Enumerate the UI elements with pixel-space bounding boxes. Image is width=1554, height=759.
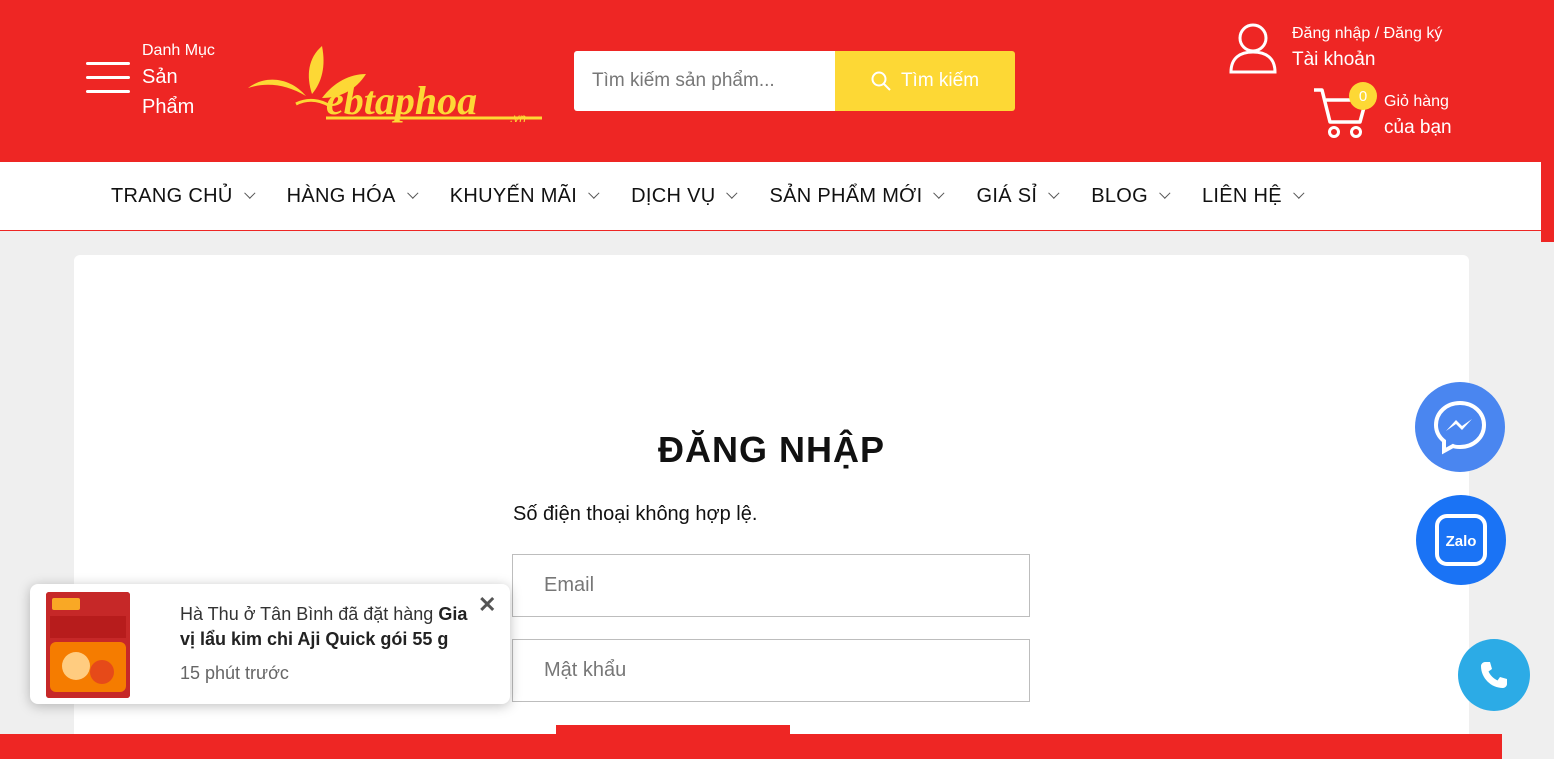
error-message: Số điện thoại không hợp lệ. bbox=[513, 503, 758, 525]
phone-call-button[interactable] bbox=[1458, 639, 1530, 711]
phone-icon bbox=[1481, 662, 1507, 688]
chevron-down-icon bbox=[933, 187, 945, 199]
nav-item-label: KHUYẾN MÃI bbox=[449, 184, 578, 207]
user-icon bbox=[1229, 23, 1277, 74]
account-link[interactable]: Đăng nhập / Đăng ký Tài khoản bbox=[1228, 22, 1442, 74]
chevron-down-icon bbox=[1159, 187, 1171, 199]
close-icon[interactable]: ✕ bbox=[478, 592, 496, 618]
cart-label-big: của bạn bbox=[1384, 117, 1452, 138]
chevron-down-icon bbox=[1293, 187, 1305, 199]
search-input[interactable] bbox=[574, 51, 835, 111]
nav-item-products[interactable]: HÀNG HÓA bbox=[286, 184, 419, 208]
svg-text:ebtaphoa: ebtaphoa bbox=[326, 78, 477, 123]
search-icon bbox=[871, 71, 891, 91]
category-menu-label-small: Danh Mục bbox=[142, 42, 215, 59]
chevron-down-icon bbox=[406, 187, 419, 199]
nav-item-label: GIÁ SỈ bbox=[976, 184, 1038, 207]
nav-item-services[interactable]: DỊCH VỤ bbox=[631, 184, 738, 208]
cart-count-badge: 0 bbox=[1349, 82, 1377, 110]
chevron-down-icon bbox=[588, 187, 600, 199]
nav-item-blog[interactable]: BLOG bbox=[1091, 184, 1171, 208]
order-notification: Hà Thu ở Tân Bình đã đặt hàng Gia vị lẩu… bbox=[30, 584, 510, 704]
hamburger-icon bbox=[86, 62, 130, 98]
account-label: Tài khoản bbox=[1292, 49, 1376, 70]
header-bar: Danh Mục Sản Phẩm ebtaphoa .vn Tìm kiếm bbox=[0, 0, 1554, 162]
category-menu-toggle[interactable]: Danh Mục Sản Phẩm bbox=[86, 40, 222, 122]
nav-item-promotions[interactable]: KHUYẾN MÃI bbox=[449, 184, 600, 208]
nav-item-label: TRANG CHỦ bbox=[111, 184, 233, 207]
site-logo[interactable]: ebtaphoa .vn bbox=[246, 44, 546, 125]
cart-link[interactable]: 0 Giỏ hàng của bạn bbox=[1312, 82, 1452, 142]
nav-item-contact[interactable]: LIÊN HỆ bbox=[1201, 184, 1305, 208]
notification-time: 15 phút trước bbox=[180, 663, 289, 683]
nav-item-wholesale[interactable]: GIÁ SỈ bbox=[976, 184, 1060, 208]
nav-item-label: SẢN PHẨM MỚI bbox=[769, 184, 923, 207]
scrollbar-thumb[interactable] bbox=[1541, 162, 1554, 242]
main-nav: TRANG CHỦ HÀNG HÓA KHUYẾN MÃI DỊCH VỤ SẢ… bbox=[0, 162, 1541, 231]
product-thumbnail[interactable] bbox=[46, 592, 130, 698]
chevron-down-icon bbox=[726, 187, 738, 199]
chevron-down-icon bbox=[243, 187, 256, 199]
search-bar: Tìm kiếm bbox=[574, 51, 1015, 111]
search-button[interactable]: Tìm kiếm bbox=[835, 51, 1015, 111]
account-login-register: Đăng nhập / Đăng ký bbox=[1292, 25, 1443, 42]
chevron-down-icon bbox=[1048, 187, 1060, 199]
footer-strip bbox=[0, 734, 1502, 759]
cart-label-small: Giỏ hàng bbox=[1384, 93, 1449, 110]
search-button-label: Tìm kiếm bbox=[900, 70, 980, 91]
nav-item-home[interactable]: TRANG CHỦ bbox=[111, 184, 256, 208]
zalo-button[interactable]: Zalo bbox=[1416, 495, 1506, 585]
svg-text:Zalo: Zalo bbox=[1446, 533, 1477, 550]
nav-item-label: BLOG bbox=[1091, 184, 1148, 207]
svg-text:.vn: .vn bbox=[510, 111, 526, 124]
notification-text: Hà Thu ở Tân Bình đã đặt hàng bbox=[180, 604, 439, 624]
zalo-icon: Zalo bbox=[1435, 514, 1487, 566]
category-menu-label-big: Sản Phẩm bbox=[142, 66, 195, 118]
nav-item-new-products[interactable]: SẢN PHẨM MỚI bbox=[769, 184, 945, 208]
messenger-button[interactable] bbox=[1415, 382, 1505, 472]
password-field[interactable] bbox=[512, 639, 1030, 702]
nav-item-label: LIÊN HỆ bbox=[1201, 184, 1282, 207]
messenger-icon bbox=[1433, 400, 1487, 455]
page-title: ĐĂNG NHẬP bbox=[657, 429, 885, 470]
notification-message: Hà Thu ở Tân Bình đã đặt hàng Gia vị lẩu… bbox=[180, 602, 480, 652]
email-field[interactable] bbox=[512, 554, 1030, 617]
nav-item-label: HÀNG HÓA bbox=[286, 184, 396, 207]
nav-item-label: DỊCH VỤ bbox=[631, 184, 716, 207]
